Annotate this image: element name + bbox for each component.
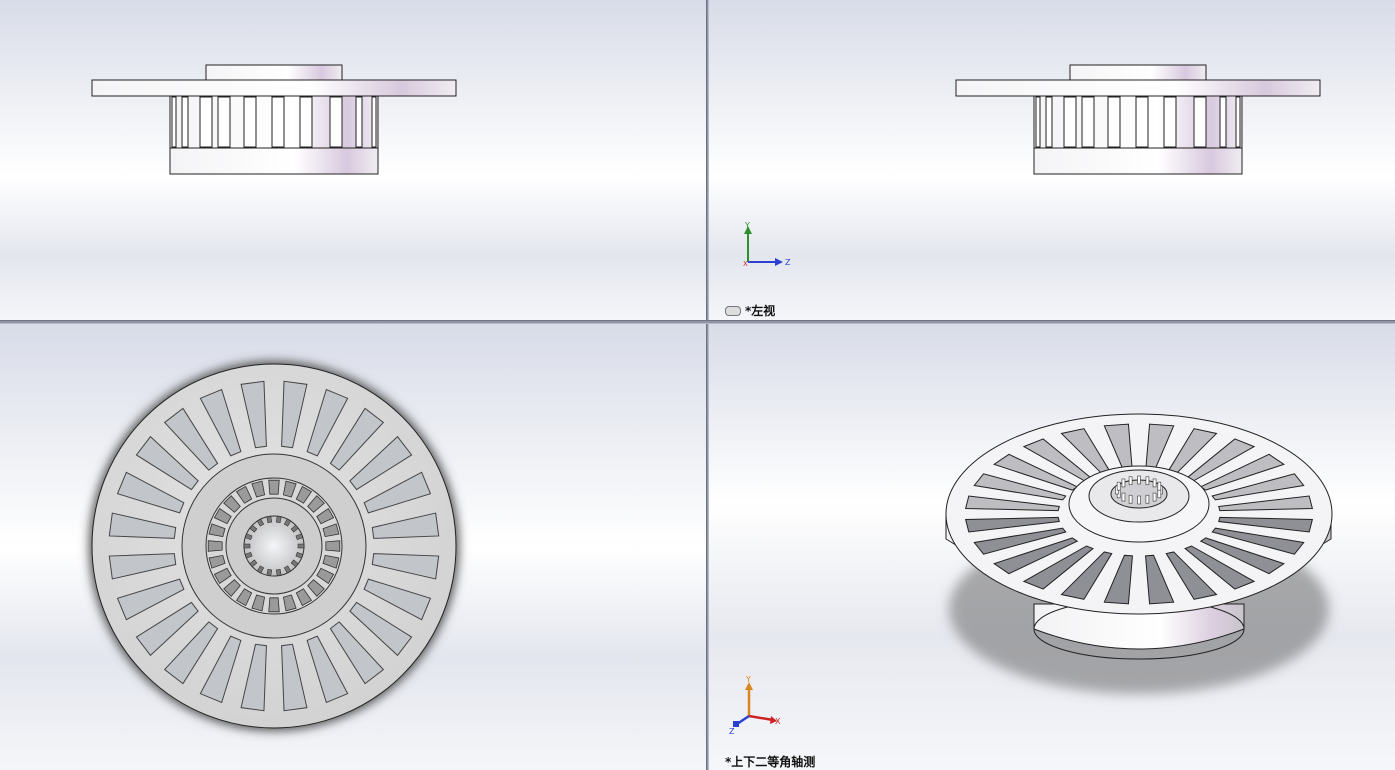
axis-triad: Y Z X [743,221,791,268]
viewport-left[interactable]: Y Z X *左视 [709,0,1395,320]
slot [329,96,343,148]
slot [199,96,213,148]
axis-label-z: Z [729,727,735,736]
slot [1081,96,1095,148]
slot [1219,96,1227,148]
link-icon[interactable] [725,305,741,316]
slot [181,96,189,148]
slot [1063,96,1077,148]
slot [299,96,313,148]
part-left-profile[interactable] [709,0,1395,320]
slot [355,96,363,148]
axis-label-y: Y [744,221,750,230]
view-name-label: *上下二等角轴测 [725,755,816,769]
slot [271,96,285,148]
axis-label-z: Z [785,258,791,267]
viewport-splitter-horizontal[interactable] [0,320,1395,324]
slot [1135,96,1149,148]
axis-label-y: Y [745,676,751,684]
viewport-front[interactable] [0,0,706,320]
slot [1035,96,1041,148]
slot [217,96,231,148]
slot [1235,96,1241,148]
part-front-profile[interactable] [0,0,706,320]
slot [1045,96,1053,148]
axis-label-x: X [775,717,781,726]
viewport-splitter-vertical[interactable] [706,0,709,770]
viewport-top[interactable] [0,324,706,770]
slot [1193,96,1207,148]
slot [243,96,257,148]
view-name-label: *左视 [725,302,775,319]
slot [171,96,177,148]
part-top-view[interactable] [0,324,706,770]
axis-label-x: X [743,260,748,268]
viewport-isometric[interactable]: Y X Z *上下二等角轴测 [709,324,1395,770]
view-name-text: *左视 [745,304,776,318]
slot [371,96,377,148]
slot [1107,96,1121,148]
slot [1163,96,1177,148]
axis-triad: Y X Z [729,676,781,736]
part-isometric[interactable] [709,324,1395,770]
